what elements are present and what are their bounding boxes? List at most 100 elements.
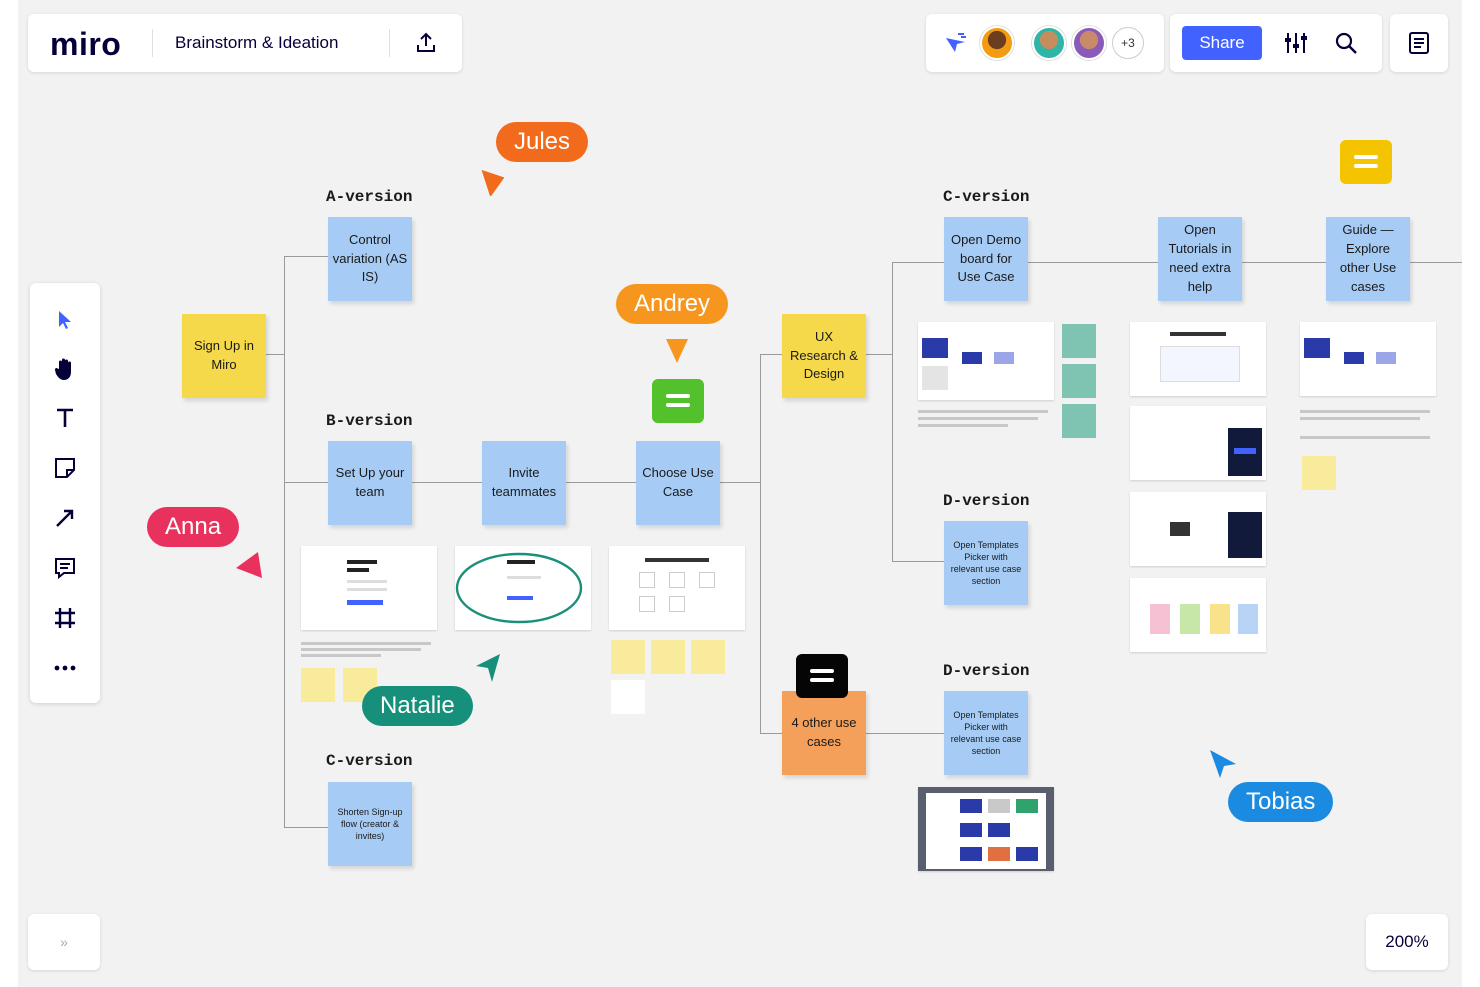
board-canvas[interactable]: miro Brainstorm & Ideation +3 Share A-ve… [18, 0, 1462, 987]
screen-thumbnail[interactable] [1130, 406, 1266, 480]
cursor-select-icon[interactable] [50, 305, 80, 335]
version-label: D-version [943, 492, 1030, 510]
note-text [301, 654, 381, 657]
comment-bubble[interactable] [796, 654, 848, 698]
note-text [918, 424, 1008, 427]
more-icon[interactable] [50, 653, 80, 683]
cursor-pointer-icon [666, 339, 688, 363]
screen-thumbnail[interactable] [609, 546, 745, 630]
cursor-label-natalie: Natalie [362, 686, 473, 726]
sticky-note[interactable]: 4 other use cases [782, 691, 866, 775]
note-text [1300, 410, 1430, 413]
connector-line [760, 354, 761, 734]
mini-sticky[interactable] [691, 640, 725, 674]
mini-sticky[interactable] [651, 640, 685, 674]
sticky-note[interactable]: Sign Up in Miro [182, 314, 266, 398]
note-text [918, 410, 1048, 413]
avatar[interactable] [1072, 26, 1106, 60]
version-label: D-version [943, 662, 1030, 680]
settings-sliders-icon[interactable] [1282, 29, 1310, 57]
zoom-level[interactable]: 200% [1366, 914, 1448, 970]
avatar[interactable] [1032, 26, 1066, 60]
arrow-icon[interactable] [50, 503, 80, 533]
connector-line [1410, 262, 1462, 263]
mini-sticky[interactable] [611, 640, 645, 674]
mini-sticky[interactable] [611, 680, 645, 714]
sticky-note[interactable]: Open Templates Picker with relevant use … [944, 521, 1028, 605]
sticky-note-icon[interactable] [50, 453, 80, 483]
connector-line [266, 354, 284, 355]
hand-icon[interactable] [50, 354, 80, 384]
connector-line [284, 256, 328, 257]
expand-panel-button[interactable]: » [28, 914, 100, 970]
connector-line [1028, 262, 1158, 263]
screen-thumbnail[interactable] [1130, 322, 1266, 396]
cursor-pointer-icon [236, 552, 262, 578]
sticky-note[interactable]: Shorten Sign-up flow (creator & invites) [328, 782, 412, 866]
screen-thumbnail[interactable] [301, 546, 437, 630]
screen-thumbnail[interactable] [1130, 578, 1266, 652]
connector-line [412, 482, 482, 483]
screen-thumbnail[interactable] [1300, 322, 1436, 396]
mini-sticky[interactable] [1302, 456, 1336, 490]
sticky-note[interactable]: Open Templates Picker with relevant use … [944, 691, 1028, 775]
mini-sticky[interactable] [1062, 404, 1096, 438]
text-icon[interactable] [50, 403, 80, 433]
board-title[interactable]: Brainstorm & Ideation [175, 33, 338, 53]
share-button[interactable]: Share [1182, 26, 1262, 60]
version-label: A-version [326, 188, 413, 206]
connector-line [566, 482, 636, 483]
connector-line [892, 262, 944, 263]
notes-icon[interactable] [1405, 29, 1433, 57]
cursor-label-anna: Anna [147, 507, 240, 547]
miro-logo[interactable]: miro [50, 26, 121, 63]
version-label: C-version [326, 752, 413, 770]
frame-icon[interactable] [50, 603, 80, 633]
divider [389, 29, 390, 57]
connector-line [284, 482, 328, 483]
connector-line [284, 256, 285, 828]
sticky-note[interactable]: Open Tutorials in need extra help [1158, 217, 1242, 301]
sticky-note[interactable]: Set Up your team [328, 441, 412, 525]
screen-thumbnail[interactable] [918, 322, 1054, 400]
version-label: C-version [943, 188, 1030, 206]
connector-line [892, 262, 893, 562]
sticky-note[interactable]: Control variation (AS IS) [328, 217, 412, 301]
note-text [1300, 417, 1420, 420]
sticky-note[interactable]: Invite teammates [482, 441, 566, 525]
connector-line [760, 733, 782, 734]
cursor-label-tobias: Tobias [1228, 782, 1334, 822]
reactions-icon[interactable] [940, 28, 970, 58]
note-text [918, 417, 1038, 420]
screen-thumbnail[interactable] [1130, 492, 1266, 566]
upload-icon[interactable] [412, 29, 440, 57]
comment-bubble[interactable] [652, 379, 704, 423]
connector-line [866, 354, 892, 355]
sticky-note[interactable]: Choose Use Case [636, 441, 720, 525]
sticky-note[interactable]: UX Research & Design [782, 314, 866, 398]
screen-thumbnail[interactable] [918, 787, 1054, 871]
connector-line [892, 561, 944, 562]
more-collaborators-badge[interactable]: +3 [1112, 27, 1144, 59]
note-text [301, 642, 431, 645]
connector-line [866, 733, 944, 734]
screen-thumbnail[interactable] [455, 546, 591, 630]
sticky-note[interactable]: Guide — Explore other Use cases [1326, 217, 1410, 301]
version-label: B-version [326, 412, 413, 430]
comment-icon[interactable] [50, 553, 80, 583]
cursor-pointer-icon [476, 654, 500, 682]
comment-bubble[interactable] [1340, 140, 1392, 184]
search-icon[interactable] [1332, 29, 1360, 57]
connector-line [284, 827, 328, 828]
mini-sticky[interactable] [1062, 364, 1096, 398]
mini-sticky[interactable] [301, 668, 335, 702]
connector-line [1242, 262, 1326, 263]
note-text [1300, 436, 1430, 439]
avatar[interactable] [980, 26, 1014, 60]
note-text [301, 648, 421, 651]
connector-line [760, 354, 782, 355]
mini-sticky[interactable] [1062, 324, 1096, 358]
sticky-note[interactable]: Open Demo board for Use Case [944, 217, 1028, 301]
divider [152, 29, 153, 57]
cursor-label-andrey: Andrey [616, 284, 729, 324]
